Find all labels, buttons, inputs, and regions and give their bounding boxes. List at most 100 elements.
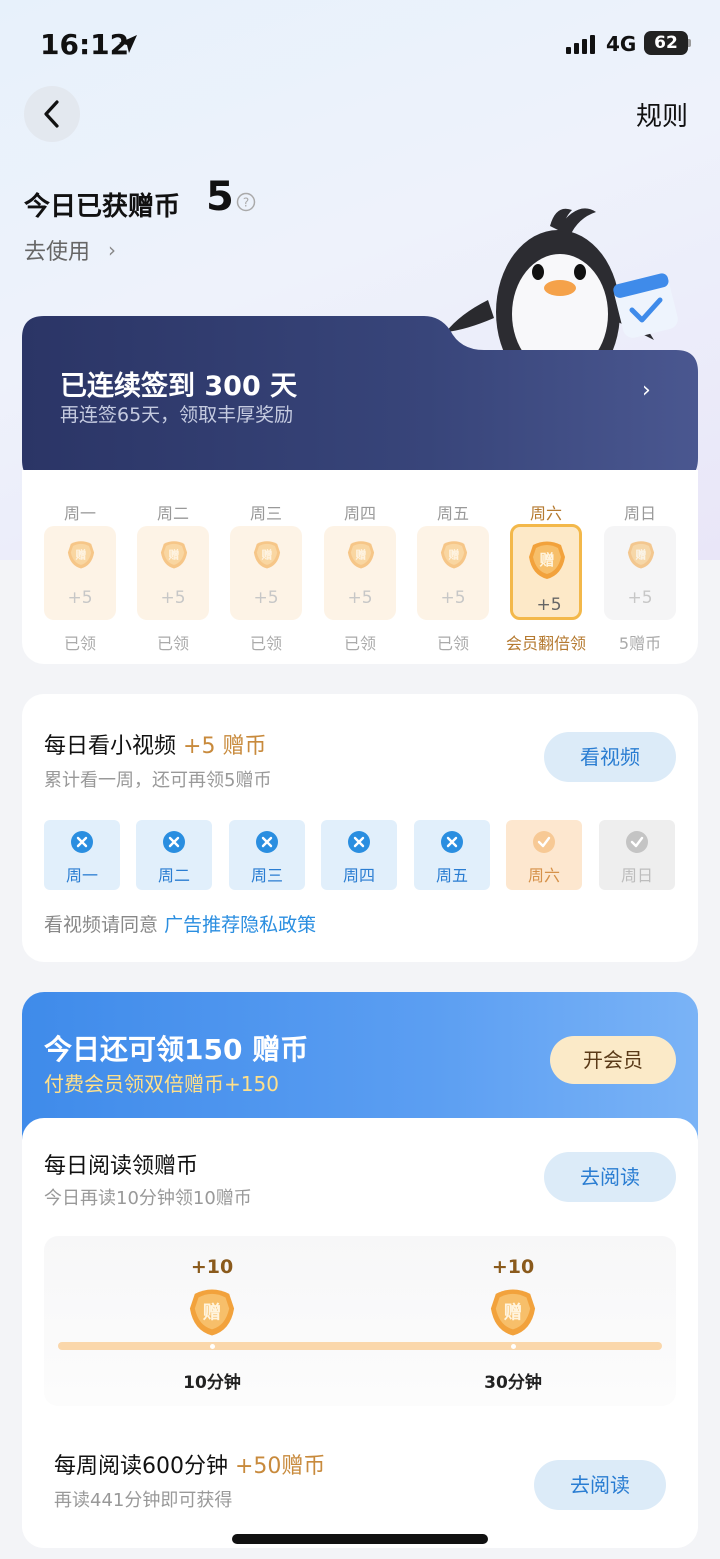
video-day-item: 周一: [44, 820, 120, 890]
svg-text:?: ?: [243, 196, 249, 210]
video-task-bonus: +5 赠币: [183, 734, 267, 759]
video-day-label: 周一: [65, 866, 98, 885]
checkin-day-today[interactable]: 周六 +5 会员翻倍领: [506, 470, 586, 664]
network-type: 4G: [606, 32, 637, 56]
member-double-claim-link[interactable]: 会员翻倍领: [500, 630, 592, 654]
video-task-subtitle: 累计看一周，还可再领5赠币: [44, 770, 272, 791]
video-day-item: 周三: [229, 820, 305, 890]
weekly-checkin-card: 周一 +5 已领 周二 +5 已领 周三 +5 已领 周四 +5 已领 周五 +…: [22, 470, 698, 664]
coin-icon: [346, 538, 376, 570]
milestone-label: 30分钟: [484, 1373, 542, 1393]
coins-title: 今日已获赠币: [24, 192, 181, 222]
day-reward-box: +5: [510, 524, 582, 620]
reading-tasks-panel: 每日阅读领赠币 今日再读10分钟领10赠币 去阅读 +10 +10 10分钟 3…: [22, 1118, 698, 1548]
video-task-title-text: 每日看小视频: [44, 734, 177, 759]
day-reward-box: +5: [604, 526, 676, 620]
checkin-day[interactable]: 周二 +5 已领: [137, 470, 209, 664]
coin-icon: [159, 538, 189, 570]
member-subtitle: 付费会员领双倍赠币+150: [44, 1072, 279, 1096]
day-name: 周六: [529, 504, 562, 523]
daily-read-button[interactable]: 去阅读: [544, 1152, 676, 1202]
chevron-right-icon: ›: [642, 378, 651, 403]
checkin-day[interactable]: 周五 +5 已领: [417, 470, 489, 664]
close-circle-icon: [256, 831, 278, 853]
coins-value: 5: [206, 174, 234, 220]
video-day-label: 周六: [527, 866, 560, 885]
close-circle-icon: [71, 831, 93, 853]
video-day-item: 周二: [136, 820, 212, 890]
member-title: 今日还可领150 赠币: [44, 1033, 309, 1066]
status-bar: 16:12 4G 62: [0, 0, 720, 88]
close-circle-icon: [441, 831, 463, 853]
battery-cap: [688, 39, 691, 47]
home-indicator: [232, 1534, 488, 1544]
coin-icon: [486, 1284, 540, 1338]
day-amount: +5: [536, 595, 562, 615]
checkin-day[interactable]: 周四 +5 已领: [324, 470, 396, 664]
coin-icon: [66, 538, 96, 570]
weekly-read-subtitle: 再读441分钟即可获得: [54, 1490, 233, 1511]
coin-icon: [527, 537, 567, 581]
weekly-read-button[interactable]: 去阅读: [534, 1460, 666, 1510]
video-day-label: 周四: [342, 866, 375, 885]
reading-progress-track: +10 +10 10分钟 30分钟: [44, 1236, 676, 1406]
daily-read-title: 每日阅读领赠币: [44, 1154, 199, 1179]
day-amount: +5: [627, 588, 653, 608]
day-name: 周五: [436, 504, 469, 523]
back-button[interactable]: [24, 86, 80, 142]
day-amount: +5: [440, 588, 466, 608]
privacy-note: 看视频请同意 广告推荐隐私政策: [44, 910, 316, 937]
checkin-day[interactable]: 周三 +5 已领: [230, 470, 302, 664]
milestone-dot: [511, 1344, 516, 1349]
use-coins-link[interactable]: 去使用: [24, 234, 90, 266]
day-name: 周二: [156, 504, 189, 523]
day-amount: +5: [67, 588, 93, 608]
day-name: 周日: [623, 504, 656, 523]
video-day-item: 周六: [506, 820, 582, 890]
day-reward-box: +5: [137, 526, 209, 620]
day-reward-box: +5: [44, 526, 116, 620]
weekly-read-title: 每周阅读600分钟 +50赠币: [54, 1448, 325, 1480]
video-task-card: 每日看小视频 +5 赠币 累计看一周，还可再领5赠币 看视频 周一 周二 周三 …: [22, 694, 698, 962]
day-name: 周一: [63, 504, 96, 523]
video-day-item: 周四: [321, 820, 397, 890]
watch-video-button[interactable]: 看视频: [544, 732, 676, 782]
close-circle-icon: [348, 831, 370, 853]
day-reward-box: +5: [324, 526, 396, 620]
privacy-policy-link[interactable]: 广告推荐隐私政策: [164, 914, 316, 936]
day-name: 周三: [249, 504, 282, 523]
checkin-streak-title: 已连续签到 300 天: [60, 371, 298, 402]
milestone-label: 10分钟: [183, 1373, 241, 1393]
help-icon[interactable]: ?: [236, 192, 256, 212]
checkin-day[interactable]: 周一 +5 已领: [44, 470, 116, 664]
day-amount: +5: [160, 588, 186, 608]
rules-link[interactable]: 规则: [636, 96, 688, 133]
member-rewards-card: 今日还可领150 赠币 付费会员领双倍赠币+150 开会员 每日阅读领赠币 今日…: [22, 992, 698, 1548]
check-circle-icon: [626, 831, 648, 853]
day-status: 已领: [436, 634, 469, 653]
coin-icon: [252, 538, 282, 570]
open-membership-button[interactable]: 开会员: [550, 1036, 676, 1084]
day-name: 周四: [343, 504, 376, 523]
chevron-left-icon: [44, 100, 59, 128]
privacy-prefix: 看视频请同意: [44, 914, 159, 936]
checkin-streak-subtitle: 再连签65天，领取丰厚奖励: [60, 404, 294, 426]
day-status: 已领: [249, 634, 282, 653]
day-status: 5赠币: [618, 634, 662, 653]
checkin-day[interactable]: 周日 +5 5赠币: [604, 470, 676, 664]
chevron-right-icon: ›: [108, 238, 116, 262]
day-amount: +5: [253, 588, 279, 608]
close-circle-icon: [163, 831, 185, 853]
day-status: 已领: [343, 634, 376, 653]
coin-icon: [185, 1284, 239, 1338]
check-circle-icon: [533, 831, 555, 853]
day-reward-box: +5: [230, 526, 302, 620]
checkin-streak-banner[interactable]: 已连续签到 300 天 再连签65天，领取丰厚奖励 ›: [22, 316, 698, 482]
video-day-label: 周二: [157, 866, 190, 885]
video-day-label: 周三: [250, 866, 283, 885]
battery-indicator: 62: [644, 31, 688, 55]
cellular-signal-icon: [566, 35, 595, 54]
weekly-read-bonus: +50赠币: [235, 1454, 326, 1479]
progress-track: [58, 1342, 662, 1350]
milestone-bonus: +10: [190, 1256, 234, 1278]
